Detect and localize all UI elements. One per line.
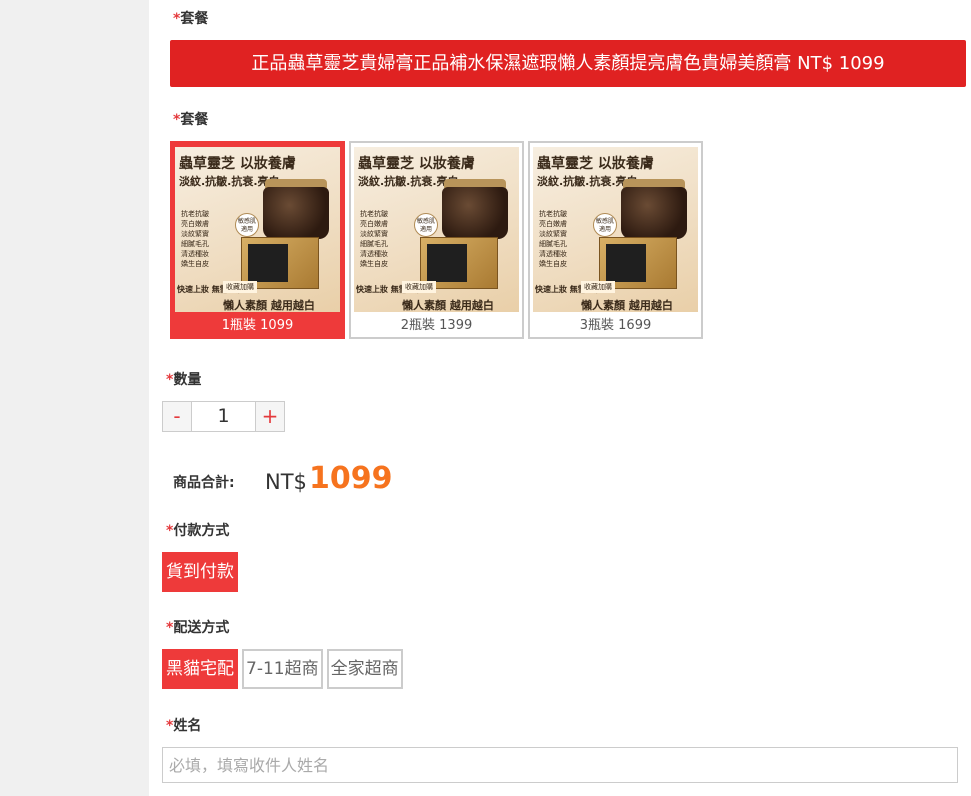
- sensitive-skin-badge: 敏感肌 適用: [235, 213, 259, 237]
- bullet-item: 清透種妝: [360, 250, 388, 258]
- jar: [263, 187, 329, 239]
- order-form: *套餐 正品蟲草靈芝貴婦膏正品補水保濕遮瑕懶人素顏提亮膚色貴婦美顏膏 NT$ 1…: [149, 0, 971, 796]
- sensitive-skin-badge: 敏感肌 適用: [414, 213, 438, 237]
- package-caption: 2瓶裝 1399: [400, 318, 473, 333]
- bullet-item: 嬌生自皮: [539, 260, 567, 268]
- bullet-item: 亮白嫩膚: [539, 220, 567, 228]
- bullet-item: 清透種妝: [539, 250, 567, 258]
- bullet-item: 亮白嫩膚: [360, 220, 388, 228]
- total-amount: 1099: [309, 461, 393, 496]
- product-image-tag-mid: 收藏加購: [223, 281, 257, 293]
- package-label-2: *套餐: [173, 109, 208, 129]
- shipping-option-blackcat[interactable]: 黑貓宅配: [162, 649, 238, 689]
- bullet-item: 嬌生自皮: [360, 260, 388, 268]
- product-image-slogan: 懶人素顏 越用越白: [402, 299, 494, 312]
- payment-label-text: 付款方式: [173, 523, 230, 539]
- bullet-item: 抗老抗皺: [360, 210, 388, 218]
- product-image-title: 蟲草靈芝 以妝養膚: [179, 156, 296, 172]
- product-image-title: 蟲草靈芝 以妝養膚: [358, 156, 475, 172]
- bullet-item: 亮白嫩膚: [181, 220, 209, 228]
- bullet-item: 嬌生自皮: [181, 260, 209, 268]
- bullet-item: 抗老抗皺: [181, 210, 209, 218]
- package-label-text: 套餐: [180, 112, 209, 128]
- product-image-title: 蟲草靈芝 以妝養膚: [537, 156, 654, 172]
- bullet-item: 清透種妝: [181, 250, 209, 258]
- product-image-slogan: 懶人素顏 越用越白: [581, 299, 673, 312]
- name-label-text: 姓名: [173, 718, 202, 734]
- bullet-item: 細膩毛孔: [181, 240, 209, 248]
- bullet-item: 細膩毛孔: [539, 240, 567, 248]
- sensitive-skin-badge: 敏感肌 適用: [593, 213, 617, 237]
- total-currency: NT$: [265, 470, 307, 494]
- quantity-stepper: - 1 +: [162, 401, 285, 432]
- shipping-option-711[interactable]: 7-11超商: [242, 649, 323, 689]
- product-image-bullets: 抗老抗皺亮白嫩膚淡紋緊實細膩毛孔清透種妝嬌生自皮: [360, 209, 388, 269]
- quantity-label: *數量: [166, 369, 201, 389]
- payment-options: 貨到付款: [162, 552, 238, 592]
- bullet-item: 淡紋緊實: [539, 230, 567, 238]
- product-image: 蟲草靈芝 以妝養膚 淡紋.抗皺.抗衰.亮白 抗老抗皺 亮白嫩膚 淡紋緊實 細膩毛孔 清透…: [533, 147, 698, 312]
- quantity-plus-button[interactable]: +: [255, 401, 285, 432]
- product-image-slogan: 懶人素顏 越用越白: [223, 299, 315, 312]
- package-label-1: *套餐: [173, 8, 208, 28]
- package-options: 蟲草靈芝 以妝養膚 淡紋.抗皺.抗衰.亮白 抗老抗皺 亮白嫩膚 淡紋緊實 細膩毛孔 清透…: [170, 141, 703, 339]
- package-caption: 1瓶裝 1099: [221, 318, 294, 333]
- shipping-options: 黑貓宅配 7-11超商 全家超商: [162, 649, 403, 689]
- total-label: 商品合計:: [173, 475, 235, 491]
- payment-label: *付款方式: [166, 520, 229, 540]
- product-image: 蟲草靈芝 以妝養膚 淡紋.抗皺.抗衰.亮白 抗老抗皺 亮白嫩膚 淡紋緊實 細膩毛孔 清透…: [175, 147, 340, 312]
- recipient-name-input[interactable]: [162, 747, 958, 783]
- bullet-item: 淡紋緊實: [181, 230, 209, 238]
- shipping-label-text: 配送方式: [173, 620, 230, 636]
- product-image-bullets: 抗老抗皺亮白嫩膚淡紋緊實細膩毛孔清透種妝嬌生自皮: [539, 209, 567, 269]
- package-option-1[interactable]: 蟲草靈芝 以妝養膚 淡紋.抗皺.抗衰.亮白 抗老抗皺 亮白嫩膚 淡紋緊實 細膩毛孔 清透…: [170, 141, 345, 339]
- shipping-option-familymart[interactable]: 全家超商: [326, 649, 403, 689]
- product-image-tag-mid: 收藏加購: [581, 281, 615, 293]
- left-gutter: [0, 0, 149, 796]
- product-image: 蟲草靈芝 以妝養膚 淡紋.抗皺.抗衰.亮白 抗老抗皺 亮白嫩膚 淡紋緊實 細膩毛孔 清透…: [354, 147, 519, 312]
- quantity-value[interactable]: 1: [192, 401, 255, 432]
- product-image-tag-mid: 收藏加購: [402, 281, 436, 293]
- package-option-2[interactable]: 蟲草靈芝 以妝養膚 淡紋.抗皺.抗衰.亮白 抗老抗皺 亮白嫩膚 淡紋緊實 細膩毛孔 清透…: [349, 141, 524, 339]
- quantity-minus-button[interactable]: -: [162, 401, 192, 432]
- bullet-item: 抗老抗皺: [539, 210, 567, 218]
- name-label: *姓名: [166, 715, 201, 735]
- product-box-label: [606, 244, 646, 282]
- product-image-bullets: 抗老抗皺亮白嫩膚淡紋緊實細膩毛孔清透種妝嬌生自皮: [181, 209, 209, 269]
- bullet-item: 細膩毛孔: [360, 240, 388, 248]
- product-box-label: [248, 244, 288, 282]
- jar: [442, 187, 508, 239]
- package-option-3[interactable]: 蟲草靈芝 以妝養膚 淡紋.抗皺.抗衰.亮白 抗老抗皺 亮白嫩膚 淡紋緊實 細膩毛孔 清透…: [528, 141, 703, 339]
- jar: [621, 187, 687, 239]
- package-label-text: 套餐: [180, 11, 209, 27]
- product-box-label: [427, 244, 467, 282]
- bullet-item: 淡紋緊實: [360, 230, 388, 238]
- shipping-label: *配送方式: [166, 617, 229, 637]
- quantity-label-text: 數量: [173, 372, 202, 388]
- product-title-banner: 正品蟲草靈芝貴婦膏正品補水保濕遮瑕懶人素顏提亮膚色貴婦美顏膏 NT$ 1099: [170, 40, 966, 87]
- package-caption: 3瓶裝 1699: [579, 318, 652, 333]
- payment-option-cod[interactable]: 貨到付款: [162, 552, 238, 592]
